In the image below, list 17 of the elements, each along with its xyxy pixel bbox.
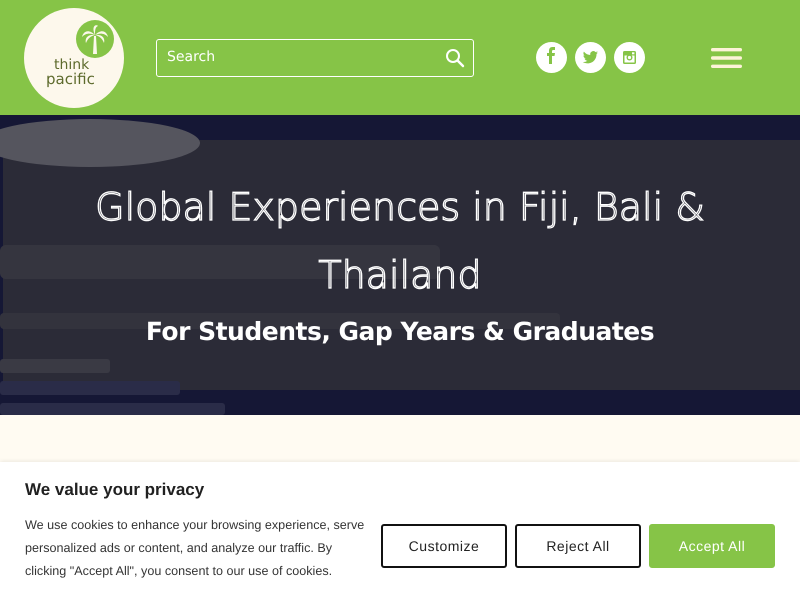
search-field[interactable]: Search: [156, 38, 474, 76]
hero-subtitle: For Students, Gap Years & Graduates: [144, 316, 656, 348]
search-input[interactable]: Search: [165, 46, 445, 69]
instagram-icon[interactable]: [614, 42, 645, 73]
cookie-text: We use cookies to enhance your browsing experience, serve personalized ads or content, and analyze our traffic. By clicking "Accept All", you consent to our use of cookies.: [25, 517, 366, 580]
hero-title: Global Experiences in Fiji, Bali & Thailand: [94, 184, 706, 299]
cookie-title: We value your privacy: [25, 480, 206, 500]
logo-text: think: [54, 58, 90, 72]
logo[interactable]: think pacific: [24, 8, 124, 108]
menu-icon[interactable]: [711, 48, 742, 68]
facebook-icon[interactable]: [536, 42, 567, 73]
cookie-button[interactable]: Customize: [381, 524, 507, 568]
twitter-icon[interactable]: [575, 42, 606, 73]
cookie-button[interactable]: Reject All: [515, 524, 641, 568]
search-icon[interactable]: [445, 48, 465, 68]
logo-text: pacific: [46, 72, 95, 86]
palm-tree-icon: [76, 20, 114, 58]
